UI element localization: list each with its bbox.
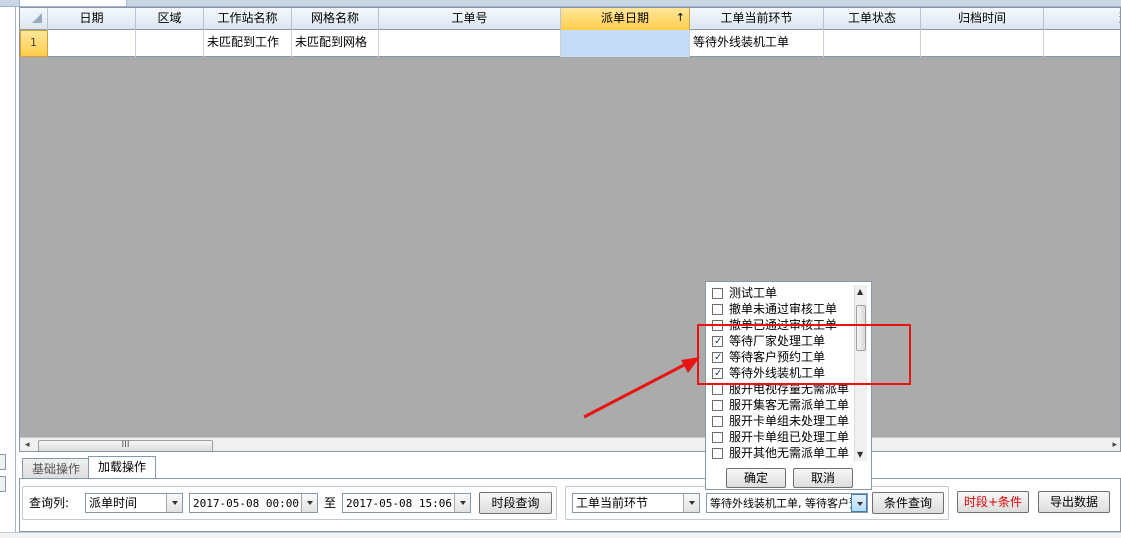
condition-field-value: 工单当前环节 <box>576 496 649 510</box>
query-column-value: 派单时间 <box>89 496 138 510</box>
chevron-down-icon[interactable] <box>683 494 699 512</box>
cell-date[interactable] <box>48 30 136 57</box>
option-label: 撤单未通过审核工单 <box>729 302 838 316</box>
checkbox-icon[interactable] <box>712 304 723 315</box>
annotation-highlight-box <box>697 324 911 385</box>
ok-button[interactable]: 确定 <box>726 468 786 488</box>
checkbox-icon[interactable] <box>712 400 723 411</box>
option-label: 服开卡单组未处理工单 <box>729 414 850 428</box>
period-and-condition-button[interactable]: 时段+条件 <box>957 491 1029 513</box>
scrollbar-thumb[interactable]: III <box>38 440 213 451</box>
period-query-button[interactable]: 时段查询 <box>479 492 552 514</box>
top-strip <box>0 0 1121 7</box>
scroll-right-icon[interactable]: ▸ <box>1112 440 1117 450</box>
option-item[interactable]: 测试工单 <box>709 285 854 301</box>
column-header-date[interactable]: 日期 <box>48 8 136 30</box>
condition-value-select[interactable]: 等待外线装机工单, 等待客户预约工单, 等待厂家处理工单 <box>706 493 868 513</box>
data-grid: 日期 区域 工作站名称 网格名称 工单号 派单日期 ↑ 工单当前环节 工单状态 … <box>19 7 1121 452</box>
left-panel-button[interactable] <box>0 454 6 470</box>
column-header-grid-name[interactable]: 网格名称 <box>292 8 379 30</box>
period-query-group: 查询列: 派单时间 2017-05-08 00:00 至 2017-05-08 … <box>22 486 557 520</box>
row-number[interactable]: 1 <box>20 30 48 57</box>
left-panel <box>0 7 16 538</box>
cell-archive-time[interactable] <box>921 30 1044 57</box>
option-label: 服开其他无需派单工单 <box>729 446 850 460</box>
chevron-down-icon[interactable] <box>454 494 470 512</box>
tab-load-ops[interactable]: 加载操作 <box>88 456 157 479</box>
scroll-left-icon[interactable]: ◂ <box>25 440 30 450</box>
condition-query-group: 工单当前环节 等待外线装机工单, 等待客户预约工单, 等待厂家处理工单 条件查询 <box>565 486 949 520</box>
option-label: 服开卡单组已处理工单 <box>729 430 850 444</box>
cell-truncated[interactable] <box>1044 30 1120 57</box>
option-item[interactable]: 服开集客无需派单工单 <box>709 397 854 413</box>
condition-field-select[interactable]: 工单当前环节 <box>572 493 700 513</box>
multi-select-dropdown[interactable]: 测试工单 撤单未通过审核工单 撤单已通过审核工单 等待厂家处理工单 等待客户预约… <box>705 281 872 490</box>
column-header-archive-time[interactable]: 归档时间 <box>921 8 1044 30</box>
query-toolbar: 查询列: 派单时间 2017-05-08 00:00 至 2017-05-08 … <box>19 479 1121 532</box>
query-column-label: 查询列: <box>29 496 70 510</box>
scroll-up-icon[interactable]: ▲ <box>857 287 863 296</box>
chevron-down-icon[interactable] <box>301 494 317 512</box>
cell-region[interactable] <box>136 30 204 57</box>
select-all-icon <box>32 13 42 23</box>
chevron-down-icon[interactable] <box>166 494 182 512</box>
option-label: 服开集客无需派单工单 <box>729 398 850 412</box>
cell-station[interactable]: 未匹配到工作 <box>204 30 292 57</box>
checkbox-icon[interactable] <box>712 288 723 299</box>
column-header-stage[interactable]: 工单当前环节 <box>690 8 824 30</box>
cell-grid-name[interactable]: 未匹配到网格 <box>292 30 379 57</box>
checkbox-icon[interactable] <box>712 448 723 459</box>
cancel-button[interactable]: 取消 <box>793 468 853 488</box>
horizontal-scrollbar[interactable]: ◂ III ▸ <box>20 437 1120 451</box>
query-column-select[interactable]: 派单时间 <box>85 493 183 513</box>
checkbox-icon[interactable] <box>712 432 723 443</box>
status-strip <box>0 532 1121 538</box>
date-from-picker[interactable]: 2017-05-08 00:00 <box>189 493 318 513</box>
tab-basic-ops[interactable]: 基础操作 <box>22 458 91 479</box>
column-header-truncated[interactable]: 当 <box>1044 8 1120 30</box>
column-header-dispatch-date[interactable]: 派单日期 ↑ <box>561 8 690 30</box>
sort-ascending-icon: ↑ <box>675 11 685 24</box>
condition-query-button[interactable]: 条件查询 <box>872 492 944 514</box>
condition-value-text: 等待外线装机工单, 等待客户预约工单, 等待厂家处理工单 <box>710 497 867 510</box>
checkbox-icon[interactable] <box>712 384 723 395</box>
tab-strip: 基础操作 加载操作 <box>19 453 1121 479</box>
date-from-value: 2017-05-08 00:00 <box>193 497 299 510</box>
option-item[interactable]: 服开卡单组未处理工单 <box>709 413 854 429</box>
annotation-arrow-icon <box>583 357 700 419</box>
cell-order-no[interactable] <box>379 30 561 57</box>
date-to-value: 2017-05-08 15:06 <box>346 497 452 510</box>
table-row[interactable]: 1 未匹配到工作 未匹配到网格 等待外线装机工单 <box>20 30 1120 57</box>
left-panel-button[interactable] <box>0 476 6 492</box>
column-header-region[interactable]: 区域 <box>136 8 204 30</box>
grid-header: 日期 区域 工作站名称 网格名称 工单号 派单日期 ↑ 工单当前环节 工单状态 … <box>20 8 1120 30</box>
cell-dispatch-date[interactable] <box>561 30 690 57</box>
column-header-label: 派单日期 <box>600 11 649 25</box>
chevron-down-icon[interactable] <box>851 494 867 512</box>
column-header-station[interactable]: 工作站名称 <box>204 8 292 30</box>
export-data-button[interactable]: 导出数据 <box>1038 491 1110 513</box>
cell-stage[interactable]: 等待外线装机工单 <box>690 30 824 57</box>
column-header-order-no[interactable]: 工单号 <box>379 8 561 30</box>
option-item[interactable]: 服开其他无需派单工单 <box>709 445 854 461</box>
cell-status[interactable] <box>824 30 921 57</box>
column-header-status[interactable]: 工单状态 <box>824 8 921 30</box>
option-label: 测试工单 <box>729 286 778 300</box>
grid-corner[interactable] <box>20 8 48 30</box>
option-item[interactable]: 撤单未通过审核工单 <box>709 301 854 317</box>
top-tab[interactable] <box>19 0 127 7</box>
checkbox-icon[interactable] <box>712 416 723 427</box>
date-to-picker[interactable]: 2017-05-08 15:06 <box>342 493 471 513</box>
option-item[interactable]: 服开卡单组已处理工单 <box>709 429 854 445</box>
scroll-down-icon[interactable]: ▼ <box>857 450 863 459</box>
to-label: 至 <box>324 496 337 510</box>
